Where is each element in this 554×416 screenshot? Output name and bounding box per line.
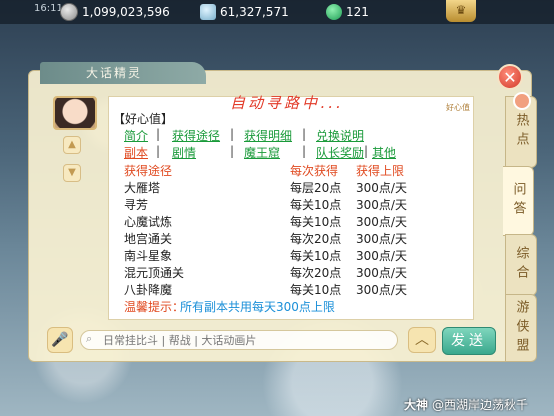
autopath-heading: 自动寻路中... [230,94,344,112]
separator: | [156,144,161,158]
silver-ingot-icon [200,4,216,20]
tip-label: 温馨提示： [124,300,185,314]
separator: | [156,127,161,141]
gold-resource: 1,099,023,596 [60,2,170,22]
table-cell: 300点/天 [356,198,407,212]
expand-up-button[interactable]: ︿ [408,327,436,353]
jade-resource: 121 [326,2,369,22]
table-cell: 300点/天 [356,215,407,229]
table-cell: 每关10点 [290,249,342,263]
link-captain-reward[interactable]: 队长奖励 [316,144,364,161]
table-cell: 心魔试炼 [124,215,173,229]
link-obtain-details[interactable]: 获得明细 [244,127,292,144]
tab-ranger-league[interactable]: 游侠盟 [505,294,537,362]
silver-resource: 61,327,571 [200,2,289,22]
link-other[interactable]: 其他 [372,144,396,161]
send-button[interactable]: 发送 [442,327,496,355]
link-dungeon[interactable]: 副本 [124,144,148,161]
link-obtain-ways[interactable]: 获得途径 [172,127,220,144]
link-story[interactable]: 剧情 [172,144,196,161]
table-cell: 南斗星象 [124,249,173,263]
table-cell: 每次20点 [290,232,342,246]
separator: | [302,144,307,158]
silver-amount: 61,327,571 [220,5,289,19]
separator: | [364,144,369,158]
coin-icon [60,3,78,21]
jade-amount: 121 [346,5,369,19]
spirit-avatar [53,96,97,130]
separator: | [230,127,235,141]
table-cell: 地宫通关 [124,232,173,246]
table-cell: 300点/天 [356,181,407,195]
chat-input[interactable] [80,330,398,350]
panel-title: 大话精灵 [40,62,206,84]
table-cell: 300点/天 [356,249,407,263]
table-cell: 寻芳 [124,198,149,212]
table-cell: 每关10点 [290,283,342,297]
close-button[interactable]: ✕ [497,64,523,90]
table-cell: 300点/天 [356,266,407,280]
section-title: 【好心值】 [113,112,174,126]
separator: | [230,144,235,158]
tip-text: 所有副本共用每天300点上限 [180,300,335,314]
col-header-limit: 获得上限 [356,164,405,178]
jade-icon [326,4,342,20]
table-cell: 每关10点 [290,215,342,229]
crown-button[interactable]: ♛ [446,0,476,22]
table-cell: 每层20点 [290,181,342,195]
scroll-down-button[interactable]: ▼ [63,164,81,182]
microphone-icon[interactable]: 🎤 [47,327,73,353]
table-cell: 300点/天 [356,283,407,297]
link-demon-cave[interactable]: 魔王窟 [244,144,280,161]
col-header-per-time: 每次获得 [290,164,339,178]
corner-tag: 好心值 [446,103,470,112]
tab-general[interactable]: 综合 [505,234,537,296]
table-cell: 300点/天 [356,232,407,246]
crown-icon: ♛ [455,3,467,17]
search-icon: ⌕ [86,332,93,345]
table-cell: 大雁塔 [124,181,161,195]
col-header-source: 获得途径 [124,164,173,178]
notification-dot [513,92,531,110]
watermark-author: @西湖岸边荡秋千 [432,398,529,412]
link-intro[interactable]: 简介 [124,127,148,144]
scroll-up-button[interactable]: ▲ [63,136,81,154]
watermark: 大神 @西湖岸边荡秋千 [404,396,528,413]
separator: | [302,127,307,141]
gold-amount: 1,099,023,596 [82,5,170,19]
table-cell: 每次20点 [290,266,342,280]
watermark-brand: 大神 [404,398,429,412]
table-cell: 八卦降魔 [124,283,173,297]
table-cell: 每关10点 [290,198,342,212]
link-exchange-info[interactable]: 兑换说明 [316,127,364,144]
tab-qa[interactable]: 问答 [503,166,534,236]
table-cell: 混元顶通关 [124,266,185,280]
